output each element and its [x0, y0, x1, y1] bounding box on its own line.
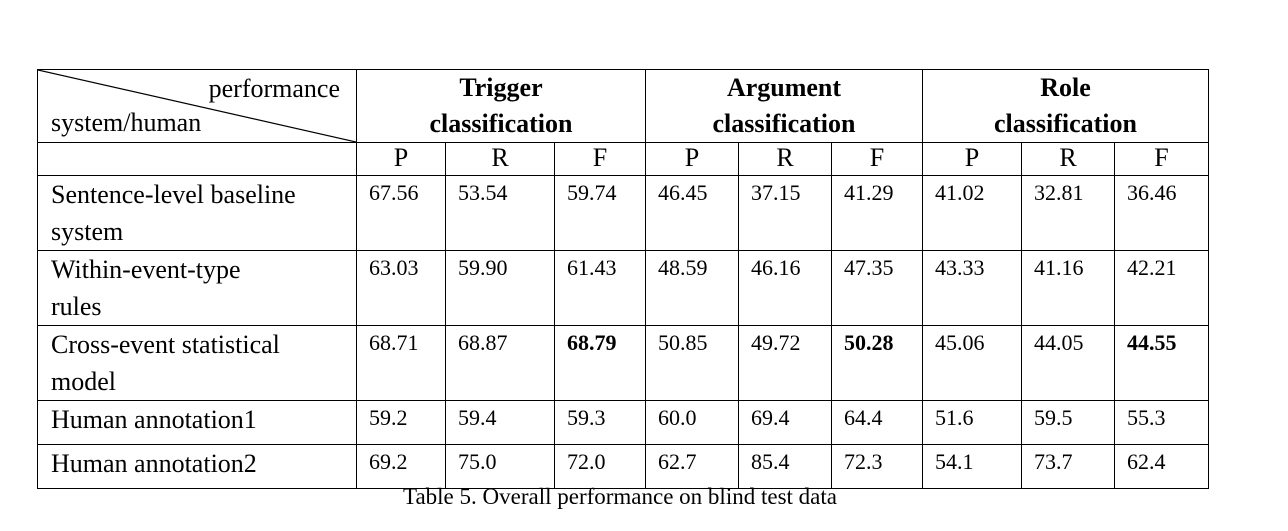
subheader-r: R	[738, 142, 832, 176]
value-cell: 69.4	[738, 400, 832, 445]
value-cell: 43.33	[922, 250, 1022, 326]
value-cell: 50.85	[645, 325, 739, 401]
value-cell: 51.6	[922, 400, 1022, 445]
subheader-p: P	[356, 142, 446, 176]
value-cell: 59.90	[445, 250, 555, 326]
value-cell: 42.21	[1114, 250, 1209, 326]
table-row: Cross-event statistical model 68.71 68.87 6…	[37, 325, 1209, 401]
value-cell: 68.87	[445, 325, 555, 401]
subheader-f: F	[1114, 142, 1209, 176]
value-cell: 72.0	[554, 444, 646, 489]
value-cell: 61.43	[554, 250, 646, 326]
value-cell: 60.0	[645, 400, 739, 445]
value-cell: 47.35	[831, 250, 923, 326]
value-cell: 59.5	[1021, 400, 1115, 445]
value-cell: 68.79	[554, 325, 646, 401]
value-cell: 72.3	[831, 444, 923, 489]
value-cell: 73.7	[1021, 444, 1115, 489]
table-caption: Table 5. Overall performance on blind te…	[403, 484, 837, 509]
value-cell: 48.59	[645, 250, 739, 326]
value-cell: 32.81	[1021, 175, 1115, 251]
value-cell: 41.16	[1021, 250, 1115, 326]
subheader-p: P	[922, 142, 1022, 176]
row-label: Within-event-type rules	[37, 250, 357, 326]
subheader-p: P	[645, 142, 739, 176]
group-header-trigger: Trigger classification	[356, 69, 646, 143]
value-cell: 69.2	[356, 444, 446, 489]
value-cell: 62.4	[1114, 444, 1209, 489]
corner-system-label: system/human	[51, 108, 202, 137]
value-cell: 41.29	[831, 175, 923, 251]
subheader-f: F	[831, 142, 923, 176]
row-label: Human annotation2	[37, 444, 357, 489]
value-cell: 68.71	[356, 325, 446, 401]
group-header-role: Role classification	[922, 69, 1209, 143]
corner-performance-label: performance	[208, 74, 340, 103]
value-cell: 67.56	[356, 175, 446, 251]
value-cell: 46.16	[738, 250, 832, 326]
value-cell: 55.3	[1114, 400, 1209, 445]
value-cell: 59.4	[445, 400, 555, 445]
value-cell: 59.74	[554, 175, 646, 251]
value-cell: 63.03	[356, 250, 446, 326]
row-label: Human annotation1	[37, 400, 357, 445]
value-cell: 53.54	[445, 175, 555, 251]
subheader-f: F	[554, 142, 646, 176]
subheader-r: R	[1021, 142, 1115, 176]
value-cell: 44.05	[1021, 325, 1115, 401]
value-cell: 45.06	[922, 325, 1022, 401]
value-cell: 41.02	[922, 175, 1022, 251]
group-header-argument: Argument classification	[645, 69, 923, 143]
value-cell: 37.15	[738, 175, 832, 251]
value-cell: 36.46	[1114, 175, 1209, 251]
corner-header-cell: performance system/human	[37, 69, 357, 143]
value-cell: 59.2	[356, 400, 446, 445]
value-cell: 75.0	[445, 444, 555, 489]
table-row: Human annotation2 69.2 75.0 72.0 62.7 85.4 72.…	[37, 444, 1209, 489]
table-row: Within-event-type rules 63.03 59.90 61.43 48…	[37, 250, 1209, 326]
row-label: Sentence-level baseline system	[37, 175, 357, 251]
subheader-row: PRFPRFPRF	[37, 142, 1209, 176]
value-cell: 62.7	[645, 444, 739, 489]
table-row: Human annotation1 59.2 59.4 59.3 60.0 69.4 64.…	[37, 400, 1209, 445]
row-label: Cross-event statistical model	[37, 325, 357, 401]
value-cell: 46.45	[645, 175, 739, 251]
subheader-r: R	[445, 142, 555, 176]
value-cell: 49.72	[738, 325, 832, 401]
empty-cell	[37, 142, 357, 176]
value-cell: 50.28	[831, 325, 923, 401]
value-cell: 64.4	[831, 400, 923, 445]
table-row: Sentence-level baseline system 67.56 53.54…	[37, 175, 1209, 251]
value-cell: 85.4	[738, 444, 832, 489]
results-table: performance system/human Trigger classifi…	[37, 69, 1209, 489]
value-cell: 44.55	[1114, 325, 1209, 401]
value-cell: 54.1	[922, 444, 1022, 489]
value-cell: 59.3	[554, 400, 646, 445]
